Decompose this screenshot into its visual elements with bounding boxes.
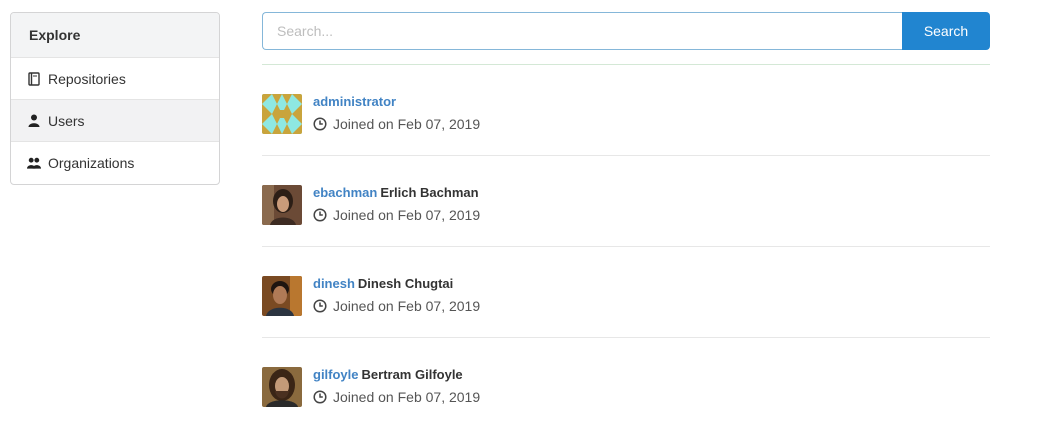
sidebar-item-label: Users [48, 112, 85, 129]
user-login-link[interactable]: dinesh [313, 276, 355, 291]
list-item: administrator Joined on Feb 07, 2019 [262, 65, 990, 156]
clock-icon [313, 208, 327, 222]
clock-icon [313, 299, 327, 313]
list-item: ebachman Erlich Bachman Joined on Feb 07,… [262, 156, 990, 247]
joined-date: Joined on Feb 07, 2019 [333, 389, 481, 405]
joined-date: Joined on Feb 07, 2019 [333, 116, 481, 132]
avatar[interactable] [262, 276, 302, 316]
clock-icon [313, 390, 327, 404]
user-login-link[interactable]: administrator [313, 94, 396, 109]
sidebar-item-repositories[interactable]: Repositories [11, 58, 219, 100]
user-full-name: Bertram Gilfoyle [361, 367, 463, 382]
list-item: gilfoyle Bertram Gilfoyle Joined on Feb 0… [262, 338, 990, 429]
joined-date: Joined on Feb 07, 2019 [333, 207, 481, 223]
organization-icon [27, 156, 41, 170]
user-icon [27, 114, 41, 128]
sidebar-header: Explore [11, 13, 219, 58]
sidebar-item-label: Organizations [48, 155, 135, 171]
user-list: administrator Joined on Feb 07, 2019 eba… [262, 65, 990, 429]
sidebar-item-users[interactable]: Users [11, 100, 219, 142]
avatar[interactable] [262, 185, 302, 225]
search-button[interactable]: Search [902, 12, 990, 50]
avatar[interactable] [262, 94, 302, 134]
explore-sidebar: Explore Repositories Users Organizations [10, 12, 220, 185]
search-bar: Search [262, 12, 990, 50]
search-input[interactable] [262, 12, 902, 50]
sidebar-item-label: Repositories [48, 70, 126, 87]
list-item: dinesh Dinesh Chugtai Joined on Feb 07, 2… [262, 247, 990, 338]
avatar[interactable] [262, 367, 302, 407]
sidebar-item-organizations[interactable]: Organizations [11, 142, 219, 184]
user-login-link[interactable]: ebachman [313, 185, 377, 200]
clock-icon [313, 117, 327, 131]
user-login-link[interactable]: gilfoyle [313, 367, 359, 382]
user-full-name: Erlich Bachman [380, 185, 479, 200]
user-full-name: Dinesh Chugtai [357, 276, 454, 291]
book-icon [27, 71, 41, 86]
joined-date: Joined on Feb 07, 2019 [333, 298, 481, 314]
